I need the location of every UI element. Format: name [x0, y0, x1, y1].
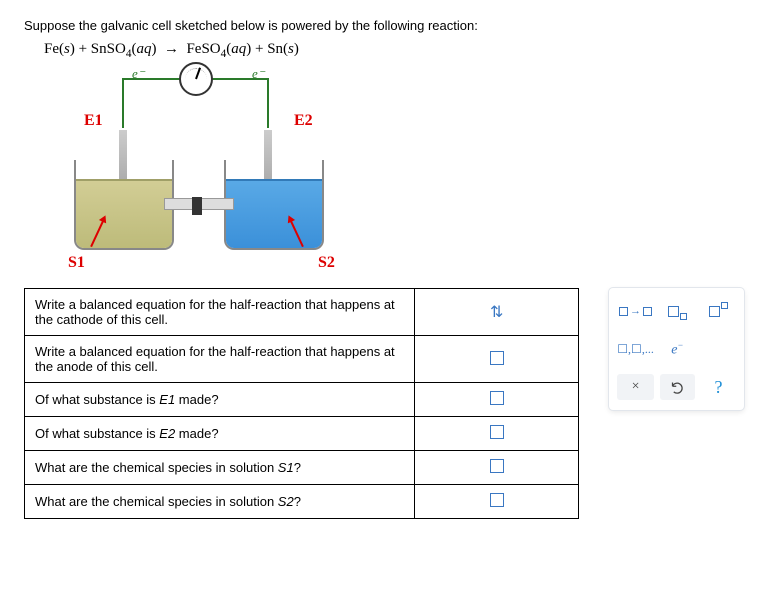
answer-cell[interactable]	[415, 336, 579, 383]
question-cell: What are the chemical species in solutio…	[25, 485, 415, 519]
salt-bridge-plug	[192, 197, 202, 215]
answer-input-box[interactable]	[490, 391, 504, 405]
question-cell: Of what substance is E2 made?	[25, 417, 415, 451]
tool-clear[interactable]: ×	[617, 374, 654, 400]
problem-prompt: Suppose the galvanic cell sketched below…	[24, 18, 744, 33]
wire-right	[267, 78, 269, 128]
beaker-left	[74, 160, 174, 250]
table-row: Write a balanced equation for the half-r…	[25, 289, 579, 336]
table-row: Of what substance is E1 made?	[25, 383, 579, 417]
answer-input-box[interactable]	[490, 493, 504, 507]
tool-subscript[interactable]	[660, 298, 695, 324]
tool-undo[interactable]	[660, 374, 695, 400]
question-cell: Write a balanced equation for the half-r…	[25, 289, 415, 336]
label-e2: E2	[294, 112, 313, 130]
answer-cell[interactable]	[415, 417, 579, 451]
wire-left	[122, 78, 124, 128]
table-row: Write a balanced equation for the half-r…	[25, 336, 579, 383]
voltmeter-icon	[179, 62, 213, 96]
tool-spacer	[701, 336, 736, 362]
answer-input-box[interactable]	[490, 459, 504, 473]
reaction-equation: Fe(s) + SnSO4(aq) → FeSO4(aq) + Sn(s)	[44, 41, 744, 60]
equation-toolbox: → ☐,☐,... e− × ?	[609, 288, 744, 410]
answer-cell[interactable]	[415, 485, 579, 519]
table-row: What are the chemical species in solutio…	[25, 451, 579, 485]
question-cell: Of what substance is E1 made?	[25, 383, 415, 417]
tool-species-list[interactable]: ☐,☐,...	[617, 336, 654, 362]
answer-input-updown[interactable]: ⇅	[490, 304, 503, 321]
answer-cell[interactable]	[415, 451, 579, 485]
electron-label-left: e⁻	[132, 66, 145, 82]
tool-electron[interactable]: e−	[660, 336, 695, 362]
tool-yields[interactable]: →	[617, 298, 654, 324]
answer-input-box[interactable]	[490, 425, 504, 439]
electron-label-right: e⁻	[252, 66, 265, 82]
table-row: What are the chemical species in solutio…	[25, 485, 579, 519]
question-table: Write a balanced equation for the half-r…	[24, 288, 579, 519]
table-row: Of what substance is E2 made?	[25, 417, 579, 451]
answer-input-box[interactable]	[490, 351, 504, 365]
label-e1: E1	[84, 112, 103, 130]
answer-cell[interactable]: ⇅	[415, 289, 579, 336]
beaker-right	[224, 160, 324, 250]
tool-superscript[interactable]	[701, 298, 736, 324]
tool-help[interactable]: ?	[701, 374, 736, 400]
label-s2: S2	[318, 254, 335, 272]
undo-icon	[670, 380, 685, 395]
answer-cell[interactable]	[415, 383, 579, 417]
galvanic-cell-diagram: e⁻ e⁻ E1 E2 S1 S2	[64, 70, 364, 270]
question-cell: Write a balanced equation for the half-r…	[25, 336, 415, 383]
question-cell: What are the chemical species in solutio…	[25, 451, 415, 485]
label-s1: S1	[68, 254, 85, 272]
